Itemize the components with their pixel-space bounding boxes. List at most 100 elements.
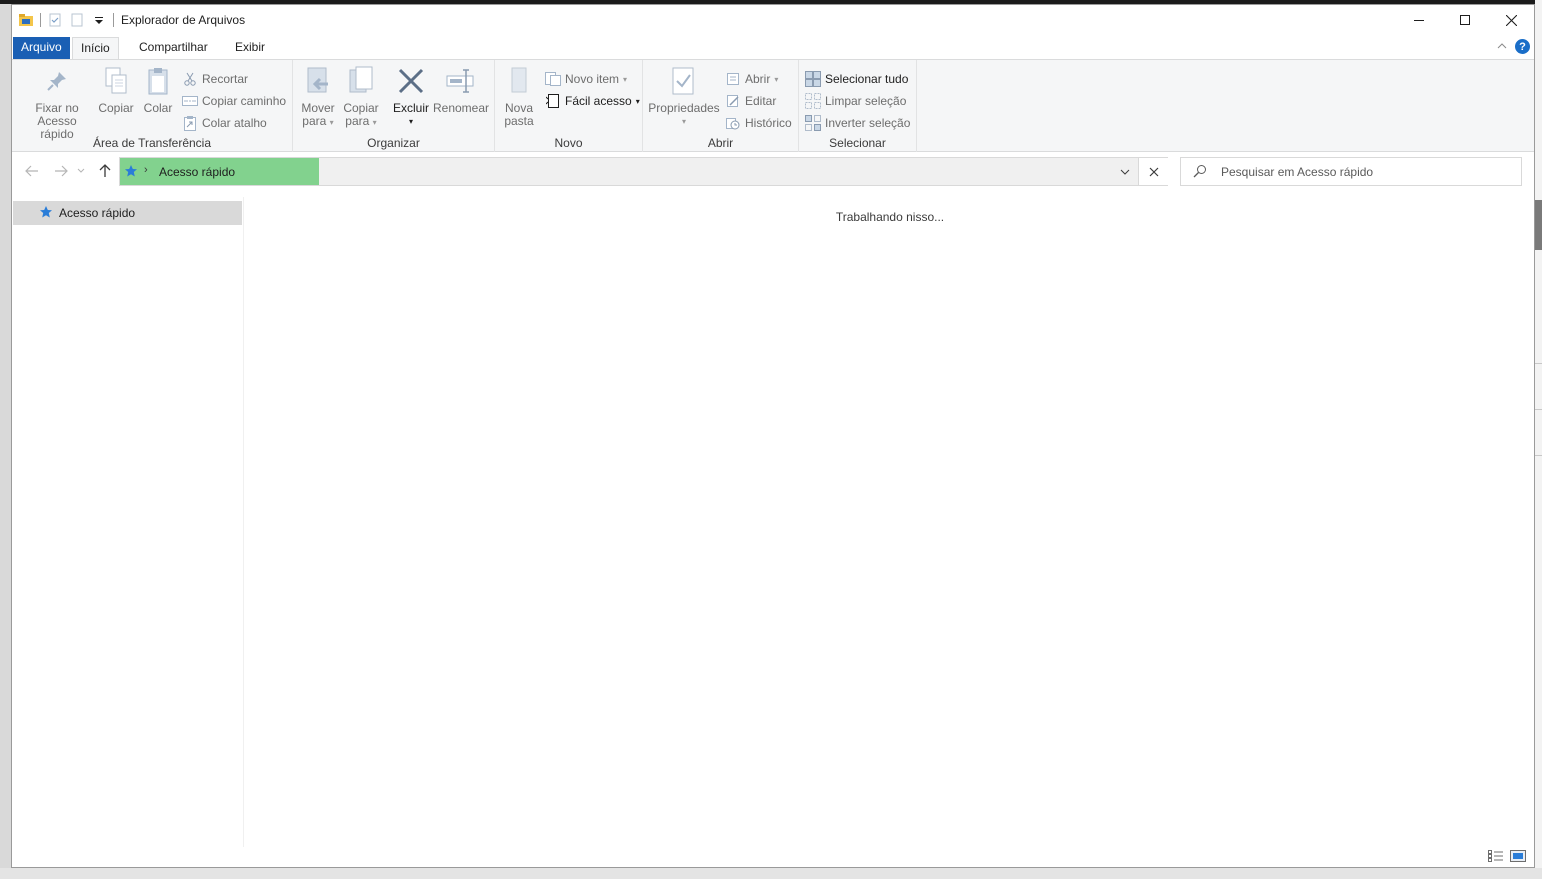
new-item-button[interactable]: Novo item ▾ <box>545 69 627 89</box>
paste-icon <box>142 64 174 98</box>
history-button[interactable]: Histórico <box>725 113 792 133</box>
chevron-down-icon: ▾ <box>681 117 686 126</box>
chevron-down-icon <box>1120 169 1130 175</box>
edit-button[interactable]: Editar <box>725 91 776 111</box>
breadcrumb-chevron-icon[interactable]: › <box>144 164 148 176</box>
window-title: Explorador de Arquivos <box>121 13 246 27</box>
tab-file[interactable]: Arquivo <box>13 37 70 59</box>
customize-qat-dropdown-icon[interactable] <box>91 12 107 28</box>
select-all-icon <box>805 71 821 87</box>
forward-button[interactable] <box>51 162 71 180</box>
group-label-organize: Organizar <box>367 136 420 150</box>
stop-loading-button[interactable] <box>1138 158 1168 185</box>
group-select: Selecionar tudo Limpar seleção Inverter … <box>799 60 917 152</box>
properties-button[interactable]: Propriedades ▾ <box>648 64 720 128</box>
file-list-area[interactable]: Trabalhando nisso... <box>246 197 1534 847</box>
minimize-button[interactable] <box>1396 5 1442 35</box>
invert-selection-icon <box>805 115 821 131</box>
select-all-button[interactable]: Selecionar tudo <box>805 69 908 89</box>
properties-check-icon <box>668 64 700 98</box>
new-folder-qat-icon[interactable] <box>69 12 85 28</box>
edit-icon <box>725 93 741 109</box>
maximize-icon <box>1460 15 1470 25</box>
copy-icon <box>100 64 132 98</box>
rename-button[interactable]: Renomear <box>433 64 489 115</box>
quick-access-star-icon <box>124 164 138 181</box>
delete-button[interactable]: Excluir ▾ <box>391 64 431 128</box>
tab-view[interactable]: Exibir <box>227 37 273 59</box>
group-open: Propriedades ▾ Abrir ▾ Editar Histórico … <box>643 60 799 152</box>
delete-x-icon <box>395 64 427 98</box>
tab-home[interactable]: Início <box>72 37 119 60</box>
copy-button[interactable]: Copiar <box>97 64 135 115</box>
help-button[interactable]: ? <box>1515 39 1530 54</box>
new-item-icon <box>545 71 561 87</box>
address-history-dropdown[interactable] <box>1115 163 1135 181</box>
easy-access-icon <box>545 93 561 109</box>
chevron-up-icon <box>1497 42 1507 48</box>
minimize-icon <box>1414 20 1424 21</box>
easy-access-button[interactable]: Fácil acesso ▾ <box>545 91 640 111</box>
arrow-up-icon <box>99 164 111 177</box>
copy-to-icon <box>345 64 377 98</box>
scissors-icon <box>182 71 198 87</box>
navigation-pane: Acesso rápido <box>12 197 244 847</box>
arrow-right-icon <box>55 165 68 177</box>
quick-access-star-icon <box>39 205 53 222</box>
back-button[interactable] <box>22 162 42 180</box>
title-bar: Explorador de Arquivos <box>12 5 1534 35</box>
maximize-button[interactable] <box>1442 5 1488 35</box>
copy-path-icon <box>182 93 198 109</box>
navigation-bar: › Acesso rápido <box>12 152 1534 190</box>
up-button[interactable] <box>95 162 115 180</box>
window-controls <box>1396 5 1534 35</box>
ribbon-right-controls: ? <box>1497 39 1530 54</box>
chevron-down-icon <box>77 168 85 173</box>
move-to-button[interactable]: Mover para ▾ <box>299 64 337 129</box>
large-icons-view-button[interactable] <box>1510 849 1526 863</box>
details-view-button[interactable] <box>1488 849 1504 863</box>
group-clipboard: Fixar no Acesso rápido Copiar Colar Reco… <box>12 60 293 152</box>
paste-button[interactable]: Colar <box>140 64 176 115</box>
cut-button[interactable]: Recortar <box>182 69 248 89</box>
view-switcher <box>1488 849 1526 863</box>
select-none-button[interactable]: Limpar seleção <box>805 91 906 111</box>
collapse-ribbon-button[interactable] <box>1497 40 1507 54</box>
arrow-left-icon <box>25 165 38 177</box>
search-input[interactable] <box>1221 158 1511 185</box>
background-window-edge <box>1535 0 1542 879</box>
copy-path-button[interactable]: Copiar caminho <box>182 91 286 111</box>
properties-qat-icon[interactable] <box>47 12 63 28</box>
group-label-clipboard: Área de Transferência <box>92 136 212 150</box>
close-icon <box>1149 167 1158 176</box>
group-label-select: Selecionar <box>829 136 886 150</box>
address-bar[interactable]: › Acesso rápido <box>119 157 1168 186</box>
history-icon <box>725 115 741 131</box>
copy-to-button[interactable]: Copiar para ▾ <box>341 64 381 129</box>
nav-item-quick-access[interactable]: Acesso rápido <box>13 201 242 225</box>
ribbon-home: Fixar no Acesso rápido Copiar Colar Reco… <box>12 59 1534 152</box>
group-organize: Mover para ▾ Copiar para ▾ Excluir ▾ Ren… <box>293 60 495 152</box>
group-label-new: Novo <box>554 136 583 150</box>
chevron-down-icon: ▾ <box>329 118 334 127</box>
pin-to-quick-access-button[interactable]: Fixar no Acesso rápido <box>20 64 94 141</box>
search-box[interactable] <box>1180 157 1522 186</box>
close-button[interactable] <box>1488 5 1534 35</box>
search-icon <box>1193 164 1207 181</box>
chevron-down-icon: ▾ <box>635 96 640 106</box>
new-folder-button[interactable]: Nova pasta <box>501 64 537 128</box>
paste-shortcut-button[interactable]: Colar atalho <box>182 113 267 133</box>
quick-access-toolbar <box>18 11 114 29</box>
folder-app-icon[interactable] <box>18 12 34 28</box>
background-taskbar-edge <box>0 868 1542 879</box>
breadcrumb-location[interactable]: Acesso rápido <box>159 165 235 179</box>
invert-selection-button[interactable]: Inverter seleção <box>805 113 910 133</box>
chevron-down-icon: ▾ <box>408 117 413 126</box>
close-icon <box>1505 14 1517 26</box>
move-to-icon <box>302 64 334 98</box>
recent-locations-button[interactable] <box>74 162 88 180</box>
tab-share[interactable]: Compartilhar <box>131 37 216 59</box>
status-bar <box>12 847 1534 867</box>
new-folder-icon <box>503 64 535 98</box>
open-button[interactable]: Abrir ▾ <box>725 69 778 89</box>
